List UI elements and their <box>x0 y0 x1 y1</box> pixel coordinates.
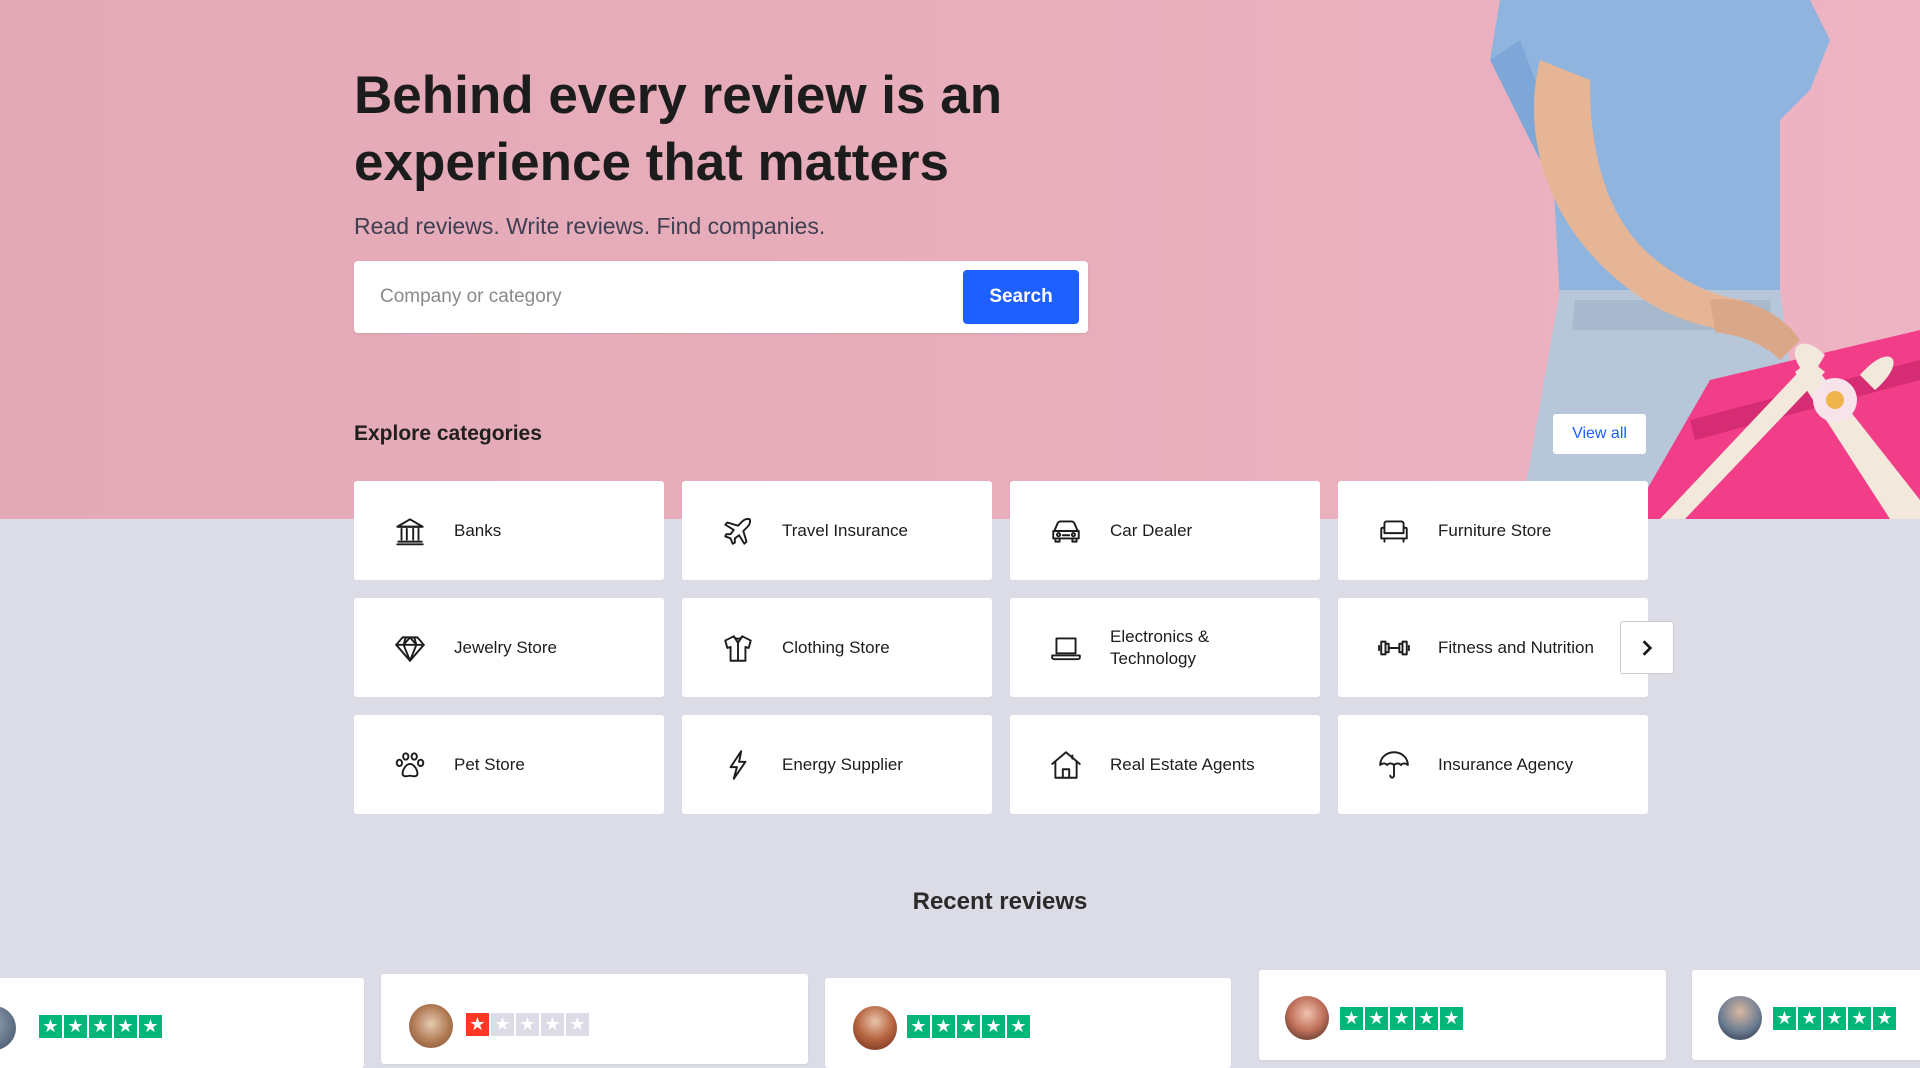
star-icon: ★ <box>114 1015 137 1038</box>
star-icon: ★ <box>1823 1007 1846 1030</box>
hero-headline: Behind every review is an experience tha… <box>354 66 1003 192</box>
star-icon: ★ <box>1798 1007 1821 1030</box>
star-icon: ★ <box>491 1013 514 1036</box>
category-card-electronics-technology[interactable]: Electronics & Technology <box>1010 598 1320 697</box>
carousel-next-button[interactable] <box>1620 621 1674 674</box>
star-icon: ★ <box>64 1015 87 1038</box>
review-card[interactable]: ★ ★ ★ ★ ★ <box>825 978 1231 1068</box>
search-button[interactable]: Search <box>963 270 1079 324</box>
avatar <box>0 1006 16 1050</box>
review-card[interactable]: ★ ★ ★ ★ ★ <box>1692 970 1920 1060</box>
star-icon: ★ <box>89 1015 112 1038</box>
star-rating: ★ ★ ★ ★ ★ <box>907 1015 1030 1038</box>
category-grid: Banks Travel Insurance Car Dealer Furnit… <box>354 481 1648 814</box>
star-icon: ★ <box>1873 1007 1896 1030</box>
car-icon <box>1048 513 1084 549</box>
star-rating: ★ ★ ★ ★ ★ <box>466 1013 589 1036</box>
star-rating: ★ ★ ★ ★ ★ <box>1773 1007 1896 1030</box>
review-card[interactable]: ★ ★ ★ ★ ★ <box>381 974 808 1064</box>
avatar <box>853 1006 897 1050</box>
category-label: Jewelry Store <box>454 637 557 657</box>
category-card-real-estate-agents[interactable]: Real Estate Agents <box>1010 715 1320 814</box>
recent-reviews-title: Recent reviews <box>912 888 1088 915</box>
star-icon: ★ <box>566 1013 589 1036</box>
category-label: Electronics & Technology <box>1110 626 1210 668</box>
star-icon: ★ <box>1440 1007 1463 1030</box>
chevron-right-icon <box>1642 639 1653 656</box>
category-label: Pet Store <box>454 754 525 774</box>
star-icon: ★ <box>39 1015 62 1038</box>
diamond-icon <box>392 630 428 666</box>
hero-subline: Read reviews. Write reviews. Find compan… <box>354 213 826 239</box>
category-card-travel-insurance[interactable]: Travel Insurance <box>682 481 992 580</box>
star-icon: ★ <box>1340 1007 1363 1030</box>
category-label: Car Dealer <box>1110 520 1193 540</box>
star-icon: ★ <box>541 1013 564 1036</box>
star-rating: ★ ★ ★ ★ ★ <box>1340 1007 1463 1030</box>
avatar <box>1285 996 1329 1040</box>
review-card[interactable]: ★ ★ ★ ★ ★ <box>1259 970 1666 1060</box>
star-icon: ★ <box>1390 1007 1413 1030</box>
hero-section: Behind every review is an experience tha… <box>0 0 1920 519</box>
category-label: Clothing Store <box>782 637 890 657</box>
category-label: Furniture Store <box>1438 520 1552 540</box>
star-icon: ★ <box>1415 1007 1438 1030</box>
category-card-car-dealer[interactable]: Car Dealer <box>1010 481 1320 580</box>
category-card-insurance-agency[interactable]: Insurance Agency <box>1338 715 1648 814</box>
laptop-icon <box>1048 630 1084 666</box>
star-icon: ★ <box>516 1013 539 1036</box>
avatar <box>409 1004 453 1048</box>
category-card-energy-supplier[interactable]: Energy Supplier <box>682 715 992 814</box>
star-icon: ★ <box>907 1015 930 1038</box>
search-input[interactable] <box>354 261 954 333</box>
star-icon: ★ <box>139 1015 162 1038</box>
category-label: Real Estate Agents <box>1110 754 1255 774</box>
search-box: Search <box>354 261 1088 333</box>
category-label: Banks <box>454 520 502 540</box>
star-icon: ★ <box>1365 1007 1388 1030</box>
category-card-furniture-store[interactable]: Furniture Store <box>1338 481 1648 580</box>
star-icon: ★ <box>1773 1007 1796 1030</box>
dumbbell-icon <box>1376 630 1412 666</box>
avatar <box>1718 996 1762 1040</box>
star-icon: ★ <box>957 1015 980 1038</box>
bank-icon <box>392 513 428 549</box>
paw-icon <box>392 747 428 783</box>
explore-categories-title: Explore categories <box>354 422 542 445</box>
star-icon: ★ <box>1007 1015 1030 1038</box>
sofa-icon <box>1376 513 1412 549</box>
category-label: Fitness and Nutrition <box>1438 637 1594 657</box>
star-icon: ★ <box>1848 1007 1871 1030</box>
lightning-icon <box>720 747 756 783</box>
category-card-jewelry-store[interactable]: Jewelry Store <box>354 598 664 697</box>
category-label: Insurance Agency <box>1438 754 1574 774</box>
category-card-banks[interactable]: Banks <box>354 481 664 580</box>
star-icon: ★ <box>466 1013 489 1036</box>
shirt-icon <box>720 630 756 666</box>
star-icon: ★ <box>932 1015 955 1038</box>
airplane-icon <box>720 513 756 549</box>
category-card-fitness-nutrition[interactable]: Fitness and Nutrition <box>1338 598 1648 697</box>
category-card-clothing-store[interactable]: Clothing Store <box>682 598 992 697</box>
category-label: Travel Insurance <box>782 520 908 540</box>
category-label: Energy Supplier <box>782 754 903 774</box>
category-card-pet-store[interactable]: Pet Store <box>354 715 664 814</box>
hero-gift-illustration <box>1490 0 1920 519</box>
star-rating: ★ ★ ★ ★ ★ <box>39 1015 162 1038</box>
house-icon <box>1048 747 1084 783</box>
review-card[interactable]: ★ ★ ★ ★ ★ <box>0 978 364 1068</box>
umbrella-icon <box>1376 747 1412 783</box>
star-icon: ★ <box>982 1015 1005 1038</box>
view-all-button[interactable]: View all <box>1553 414 1646 454</box>
